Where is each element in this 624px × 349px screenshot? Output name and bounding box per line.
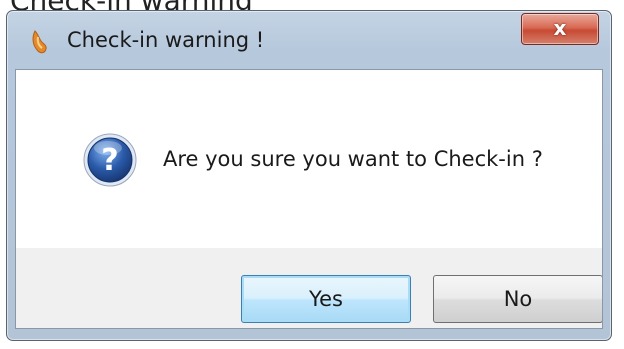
message-area: ? Are you sure you want to Check-in ? <box>16 70 602 248</box>
close-icon: x <box>553 16 567 40</box>
app-icon <box>29 29 51 55</box>
svg-text:?: ? <box>101 143 118 178</box>
yes-button[interactable]: Yes <box>241 275 411 323</box>
title-bar[interactable]: Check-in warning ! x <box>7 11 611 69</box>
dialog-title: Check-in warning ! <box>67 28 265 52</box>
close-button[interactable]: x <box>521 13 599 45</box>
question-icon: ? <box>82 132 138 188</box>
dialog-body: ? Are you sure you want to Check-in ? Ye… <box>15 69 603 329</box>
message-text: Are you sure you want to Check-in ? <box>163 147 543 171</box>
no-button[interactable]: No <box>433 275 602 323</box>
dialog-window: Check-in warning ! x ? Are you sure you … <box>6 10 612 341</box>
